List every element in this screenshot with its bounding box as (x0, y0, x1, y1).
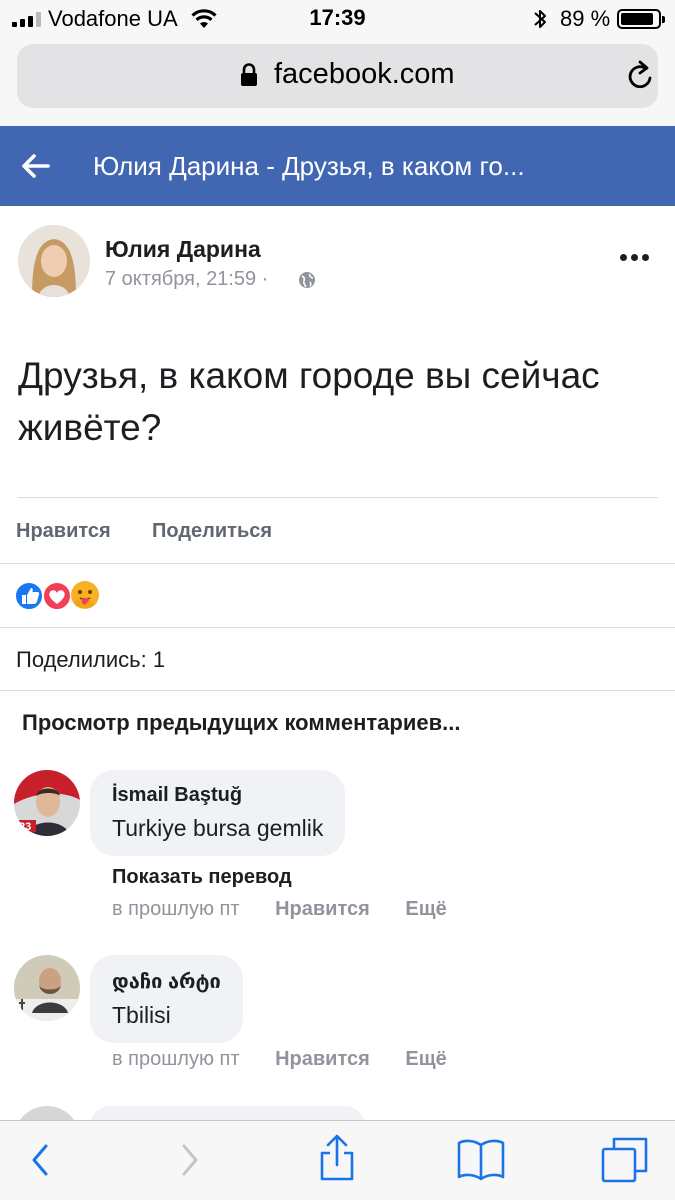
battery-icon (617, 9, 665, 29)
back-arrow-icon[interactable] (20, 151, 52, 186)
globe-icon (298, 271, 316, 294)
reload-icon[interactable] (626, 60, 656, 97)
comment-text: Tbilisi (112, 1002, 171, 1028)
love-reaction-icon (42, 581, 72, 611)
commenter-avatar[interactable] (14, 955, 80, 1021)
author-name[interactable]: Юлия Дарина (105, 236, 261, 263)
tabs-icon[interactable] (600, 1135, 650, 1190)
comment-more-button[interactable]: Ещё (405, 898, 446, 920)
comment-like-button[interactable]: Нравится (275, 1048, 370, 1070)
post-timestamp[interactable]: 7 октября, 21:59 · (105, 268, 268, 291)
comment-meta: в прошлую пт Нравится Ещё (112, 1048, 477, 1071)
browser-toolbar (0, 1120, 675, 1200)
divider (18, 497, 658, 498)
divider (0, 563, 675, 564)
author-avatar[interactable] (18, 225, 90, 297)
comment-time[interactable]: в прошлую пт (112, 1048, 240, 1070)
comment-author[interactable]: დაჩი არტი (112, 969, 221, 994)
comment-author[interactable]: İsmail Baştuğ (112, 784, 323, 807)
reactions-summary[interactable] (14, 580, 114, 612)
care-reaction-icon (71, 581, 99, 609)
comment-more-button[interactable]: Ещё (405, 1048, 446, 1070)
like-button[interactable]: Нравится (16, 520, 111, 543)
like-reaction-icon (14, 581, 44, 611)
divider (0, 627, 675, 628)
lock-icon (239, 62, 259, 93)
comment-bubble[interactable]: İsmail Baştuğ Turkiye bursa gemlik (90, 770, 346, 856)
show-translation-link[interactable]: Показать перевод (112, 866, 292, 889)
more-options-icon[interactable] (620, 254, 649, 261)
facebook-header: Юлия Дарина - Друзья, в каком го... (0, 126, 675, 206)
svg-text:23: 23 (19, 821, 31, 833)
view-previous-comments-link[interactable]: Просмотр предыдущих комментариев... (22, 710, 460, 736)
page-title: Юлия Дарина - Друзья, в каком го... (93, 151, 525, 181)
back-icon[interactable] (28, 1138, 52, 1187)
divider (0, 690, 675, 691)
commenter-avatar[interactable]: 23 (14, 770, 80, 836)
bluetooth-icon (532, 7, 548, 36)
comment-like-button[interactable]: Нравится (275, 898, 370, 920)
comment-meta: в прошлую пт Нравится Ещё (112, 898, 477, 921)
shares-count[interactable]: Поделились: 1 (16, 647, 165, 673)
bookmarks-icon[interactable] (456, 1137, 506, 1186)
status-bar: Vodafone UA 17:39 89 % (0, 0, 675, 38)
post-text: Друзья, в каком городе вы сейчас живёте? (18, 355, 600, 448)
comment-text: Turkiye bursa gemlik (112, 815, 324, 841)
address-bar[interactable]: facebook.com (17, 44, 658, 108)
browser-address-area: facebook.com (0, 38, 675, 126)
url-text: facebook.com (274, 58, 455, 90)
forward-icon[interactable] (178, 1138, 202, 1187)
share-icon[interactable] (318, 1133, 356, 1188)
comment-bubble[interactable]: დაჩი არტი Tbilisi (90, 955, 243, 1043)
comment-time[interactable]: в прошлую пт (112, 898, 240, 920)
battery-percent: 89 % (560, 6, 611, 31)
share-button[interactable]: Поделиться (152, 520, 272, 543)
